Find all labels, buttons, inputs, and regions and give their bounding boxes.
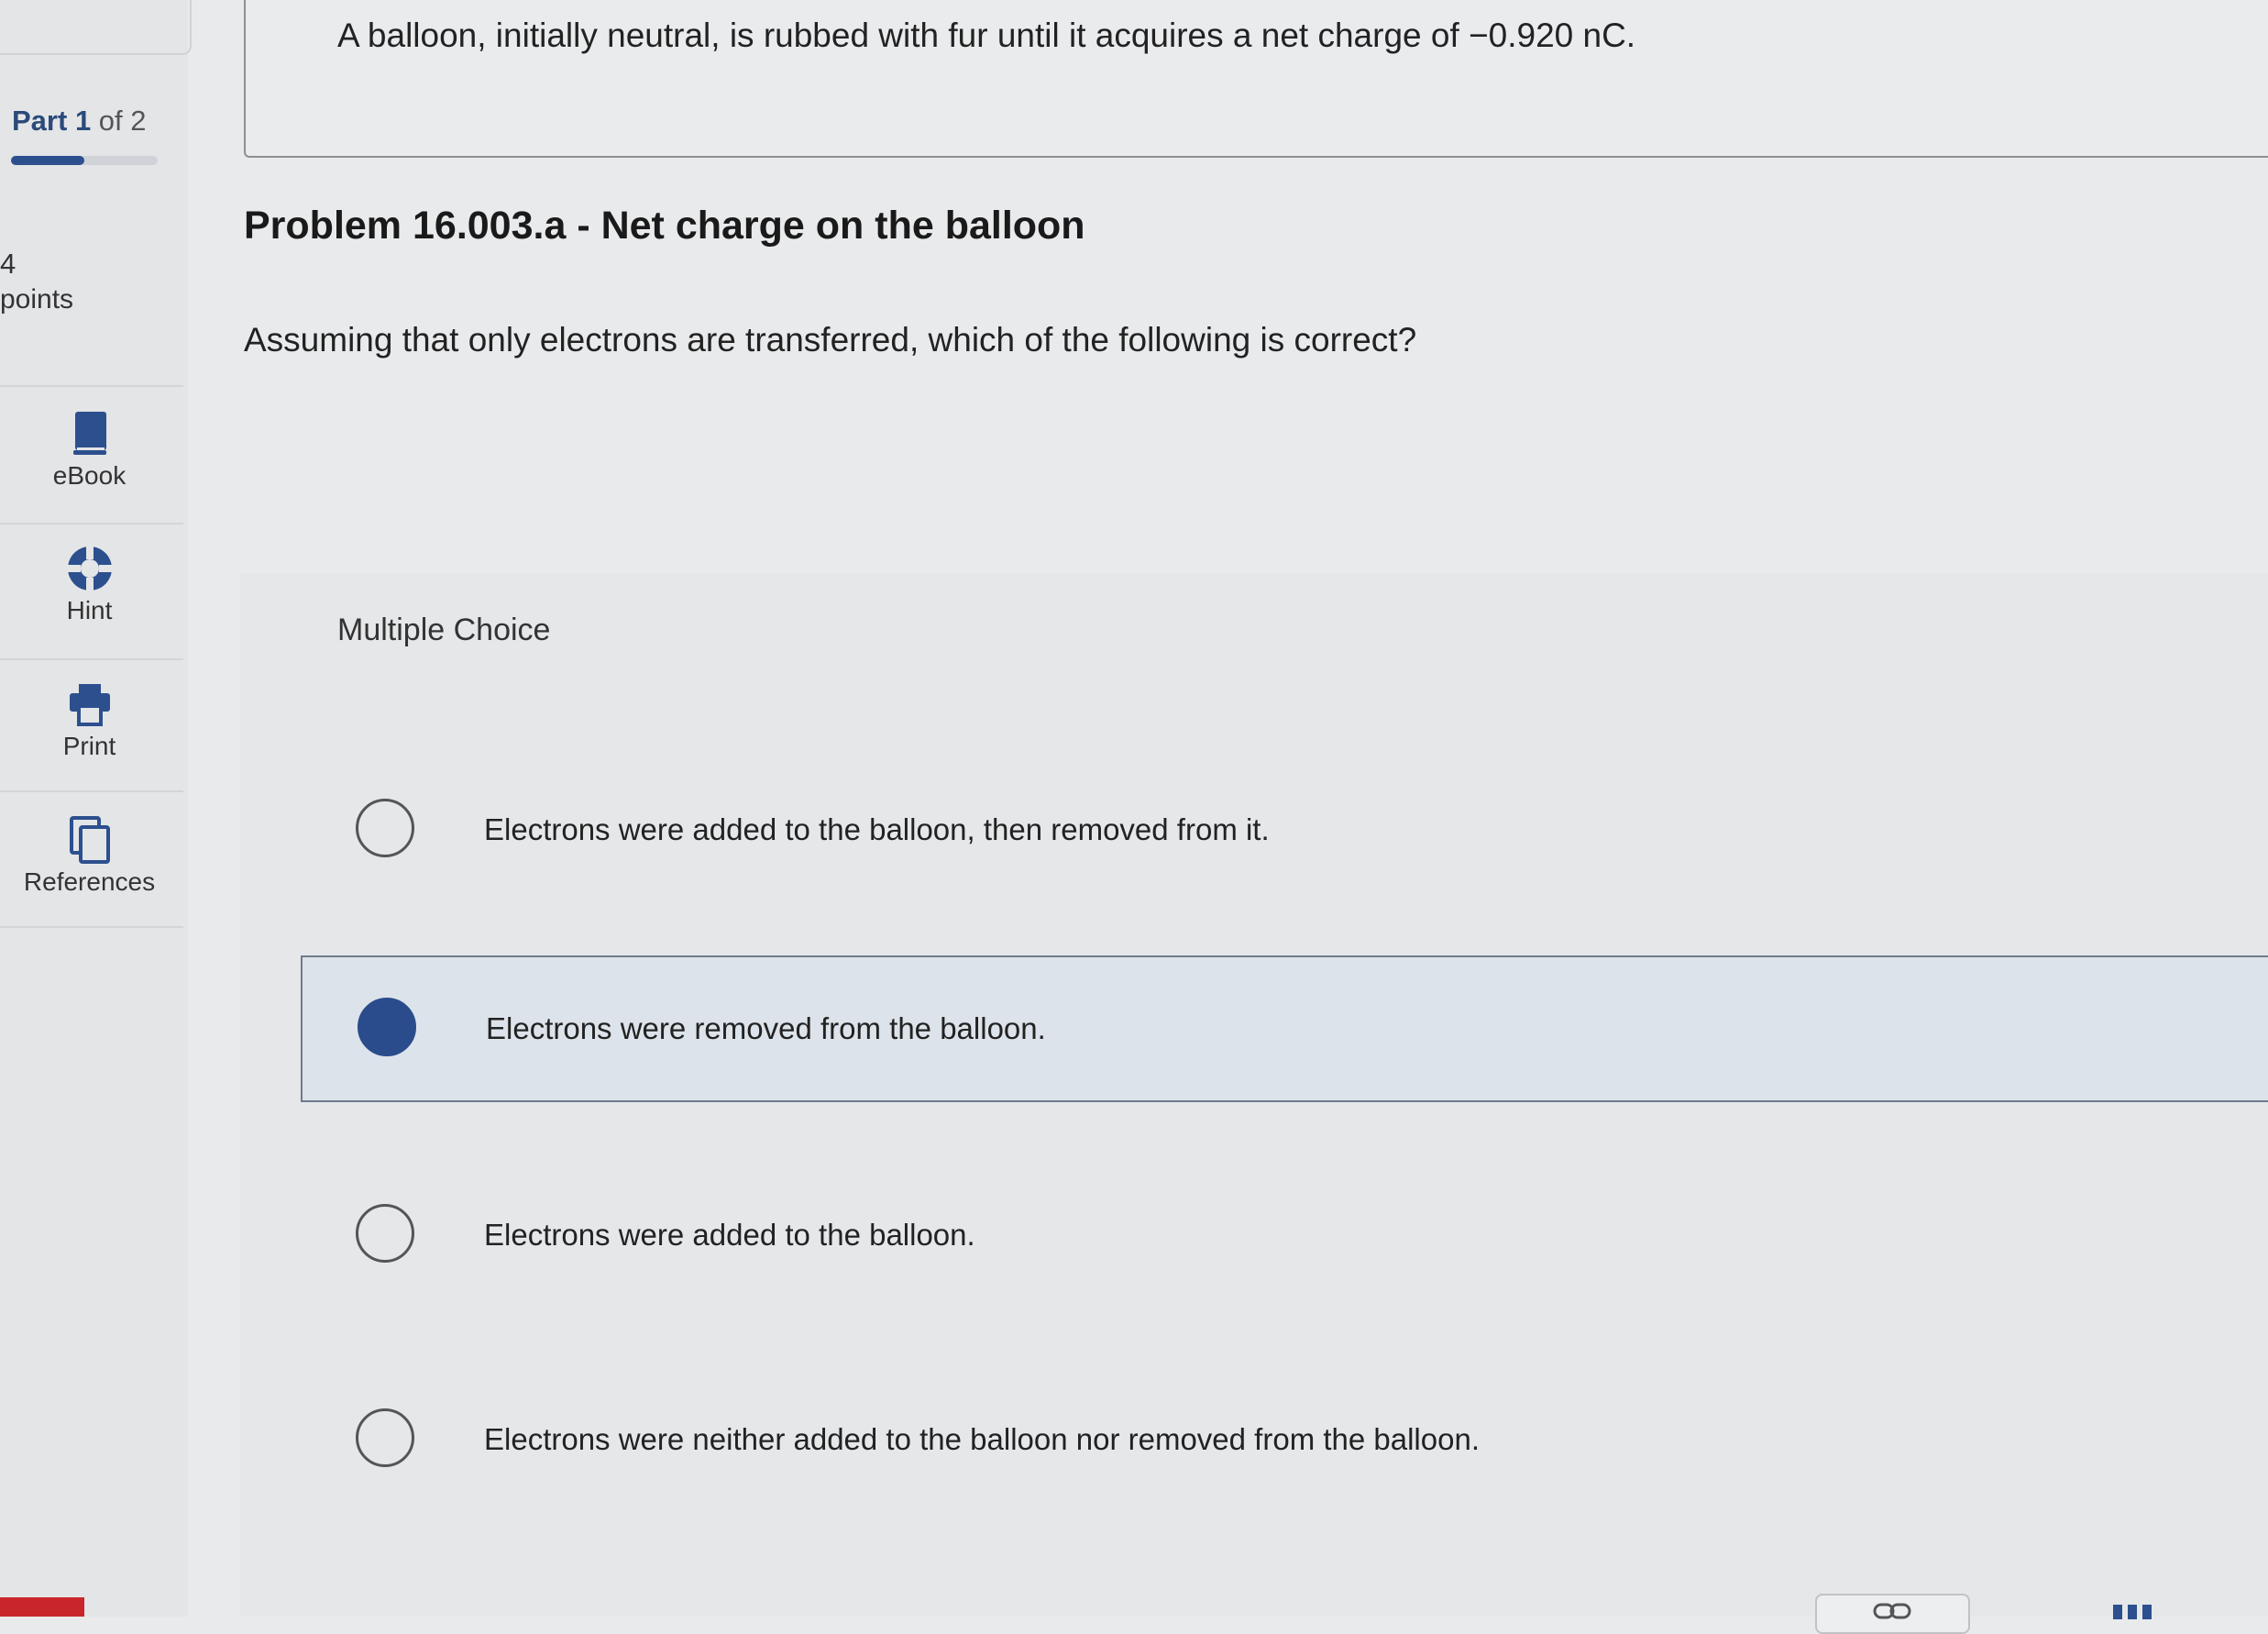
part-of-total: of 2 <box>91 105 147 137</box>
problem-title: Problem 16.003.a - Net charge on the bal… <box>244 204 1085 248</box>
problem-prompt: Assuming that only electrons are transfe… <box>244 321 1417 359</box>
points-value: 4 <box>0 248 17 280</box>
print-label: Print <box>62 732 116 760</box>
part-progress-bar <box>11 156 158 165</box>
lifebuoy-icon <box>67 547 112 591</box>
grid-icon[interactable] <box>2113 1601 2152 1619</box>
choice-label: Electrons were removed from the balloon. <box>486 1011 1046 1045</box>
choice-label: Electrons were added to the balloon, the… <box>484 812 1270 846</box>
choice-option[interactable]: Electrons were neither added to the ball… <box>301 1371 2268 1508</box>
brand-logo-strip <box>0 1597 84 1617</box>
radio-button[interactable] <box>356 1408 414 1467</box>
link-icon <box>1873 1603 1911 1619</box>
part-indicator: Part 1 of 2 <box>12 105 147 138</box>
question-text: A balloon, initially neutral, is rubbed … <box>337 17 1636 54</box>
choice-option[interactable]: Electrons were added to the balloon, the… <box>301 761 2268 899</box>
hint-button[interactable]: Hint <box>0 543 179 625</box>
sidebar-divider <box>0 790 183 792</box>
choice-option-selected[interactable]: Electrons were removed from the balloon. <box>301 955 2268 1102</box>
radio-button[interactable] <box>356 1204 414 1263</box>
sidebar: Part 1 of 2 4 points eBook Hint Print Re… <box>0 0 192 1617</box>
printer-icon <box>69 684 110 726</box>
ebook-button[interactable]: eBook <box>0 408 179 491</box>
part-current: 1 <box>74 105 92 137</box>
sidebar-top-card <box>0 0 192 55</box>
book-icon <box>72 412 106 455</box>
radio-button[interactable] <box>356 799 414 857</box>
sidebar-divider <box>0 926 183 928</box>
radio-button-selected[interactable] <box>358 998 416 1056</box>
references-label: References <box>23 867 156 896</box>
print-button[interactable]: Print <box>0 679 179 761</box>
choice-label: Electrons were added to the balloon. <box>484 1218 975 1252</box>
choice-label: Electrons were neither added to the ball… <box>484 1422 1480 1456</box>
references-button[interactable]: References <box>0 814 179 897</box>
link-button[interactable] <box>1815 1594 1970 1634</box>
part-word: Part <box>12 105 68 137</box>
ebook-label: eBook <box>52 461 127 490</box>
choice-option[interactable]: Electrons were added to the balloon. <box>301 1166 2268 1304</box>
documents-icon <box>69 816 110 864</box>
part-progress-fill <box>11 156 84 165</box>
sidebar-divider <box>0 385 183 387</box>
sidebar-divider <box>0 523 183 524</box>
multiple-choice-heading: Multiple Choice <box>337 613 551 647</box>
points-label: points <box>0 284 74 315</box>
hint-label: Hint <box>66 596 113 624</box>
sidebar-divider <box>0 658 183 660</box>
